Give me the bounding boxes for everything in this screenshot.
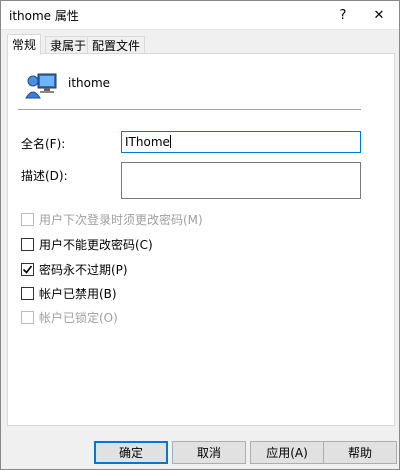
- checkbox-box: [21, 310, 34, 324]
- title-bar[interactable]: ithome 属性 ? ✕: [1, 1, 399, 30]
- close-icon[interactable]: ✕: [361, 1, 397, 29]
- checkmark-icon: [22, 265, 33, 274]
- properties-dialog: ithome 属性 ? ✕ 常规 隶属于 配置文件 ithome 全名(F): …: [0, 0, 400, 470]
- checkbox-password-never-expires[interactable]: 密码永不过期(P): [21, 261, 128, 277]
- description-label: 描述(D):: [21, 169, 68, 183]
- window-title: ithome 属性: [9, 9, 79, 23]
- user-icon: [24, 68, 58, 102]
- checkbox-box: [21, 237, 34, 251]
- apply-button[interactable]: 应用(A): [250, 441, 324, 464]
- fullname-value: IThome: [125, 135, 170, 149]
- checkbox-must-change-password[interactable]: 用户下次登录时须更改密码(M): [21, 211, 203, 227]
- checkbox-account-locked[interactable]: 帐户已锁定(O): [21, 309, 118, 325]
- tab-profile[interactable]: 配置文件: [87, 36, 146, 54]
- cancel-button[interactable]: 取消: [172, 441, 246, 464]
- divider: [18, 109, 361, 111]
- tab-general[interactable]: 常规: [7, 34, 42, 55]
- ok-button[interactable]: 确定: [94, 441, 168, 464]
- fullname-label: 全名(F):: [21, 137, 66, 151]
- description-field[interactable]: [121, 162, 361, 199]
- checkbox-box: [21, 286, 34, 300]
- checkbox-box: [21, 212, 34, 226]
- tab-member-of[interactable]: 隶属于: [45, 36, 92, 54]
- help-button[interactable]: 帮助: [323, 441, 397, 464]
- checkbox-label: 密码永不过期(P): [39, 262, 128, 277]
- checkbox-label: 帐户已锁定(O): [39, 310, 118, 325]
- fullname-field[interactable]: IThome: [121, 131, 361, 153]
- checkbox-account-disabled[interactable]: 帐户已禁用(B): [21, 285, 117, 301]
- general-panel: ithome 全名(F): IThome 描述(D): 用户下次登录时须更改密码…: [7, 53, 395, 426]
- checkbox-label: 帐户已禁用(B): [39, 286, 117, 301]
- help-icon[interactable]: ?: [325, 1, 361, 29]
- checkbox-box: [21, 262, 34, 276]
- checkbox-cannot-change-password[interactable]: 用户不能更改密码(C): [21, 236, 153, 252]
- checkbox-label: 用户不能更改密码(C): [39, 237, 153, 252]
- checkbox-label: 用户下次登录时须更改密码(M): [39, 212, 203, 227]
- account-name: ithome: [68, 76, 111, 90]
- text-caret: [169, 135, 171, 148]
